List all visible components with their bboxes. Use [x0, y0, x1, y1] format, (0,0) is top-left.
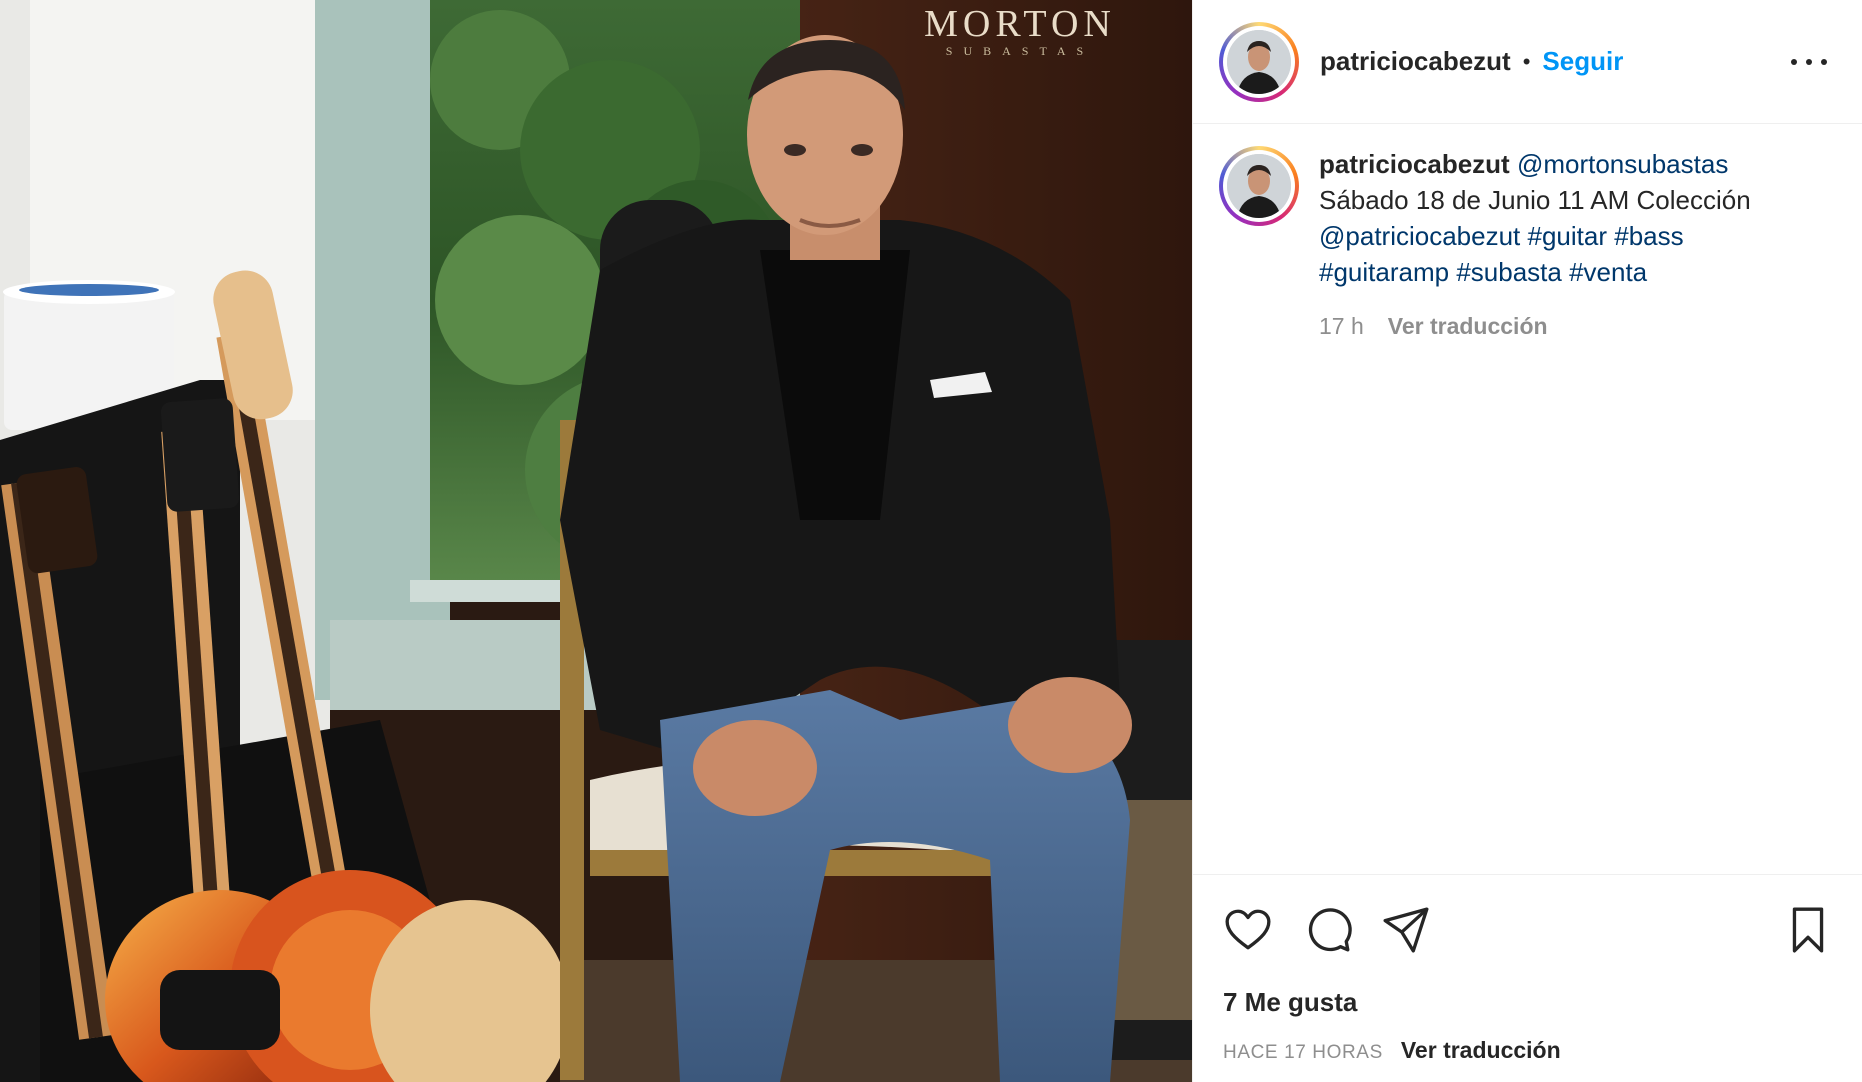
- post-translate-button[interactable]: Ver traducción: [1401, 1037, 1561, 1064]
- caption-meta: 17 h Ver traducción: [1319, 308, 1751, 344]
- caption-timestamp[interactable]: 17 h: [1319, 308, 1364, 344]
- paper-plane-icon[interactable]: [1381, 905, 1431, 955]
- mention-link[interactable]: @patriciocabezut: [1319, 221, 1520, 251]
- caption: patriciocabezut @mortonsubastas Sábado 1…: [1219, 146, 1839, 344]
- follow-button[interactable]: Seguir: [1542, 46, 1623, 77]
- hashtag-link[interactable]: #guitar: [1528, 221, 1608, 251]
- comment-icon[interactable]: [1303, 905, 1353, 955]
- caption-username[interactable]: patriciocabezut: [1319, 149, 1510, 179]
- post-actions: 7 Me gusta HACE 17 HORAS Ver traducción: [1193, 874, 1862, 1082]
- caption-story-ring[interactable]: [1219, 146, 1299, 226]
- post-sidebar: patriciocabezut • Seguir patriciocabezut…: [1192, 0, 1862, 1082]
- avatar[interactable]: [1227, 29, 1291, 94]
- hashtag-link[interactable]: #bass: [1614, 221, 1683, 251]
- hashtag-link[interactable]: #guitaramp: [1319, 257, 1449, 287]
- more-options-icon[interactable]: [1791, 48, 1827, 76]
- caption-body: patriciocabezut @mortonsubastas Sábado 1…: [1319, 146, 1751, 344]
- photo-illustration: [0, 0, 1192, 1082]
- bookmark-icon[interactable]: [1783, 905, 1833, 955]
- brand-logo-subtext: SUBASTAS: [945, 44, 1095, 58]
- story-ring[interactable]: [1219, 21, 1299, 102]
- heart-icon[interactable]: [1223, 905, 1273, 955]
- caption-avatar[interactable]: [1227, 154, 1291, 218]
- likes-count[interactable]: 7 Me gusta: [1223, 987, 1357, 1018]
- brand-logo-text: MORTON: [924, 3, 1116, 45]
- post-header: patriciocabezut • Seguir: [1193, 0, 1862, 124]
- header-username[interactable]: patriciocabezut: [1320, 46, 1511, 77]
- separator-dot: •: [1522, 48, 1531, 74]
- instagram-post: MORTON SUBASTAS patriciocabezut • Seguir…: [0, 0, 1862, 1082]
- hashtag-link[interactable]: #venta: [1569, 257, 1647, 287]
- action-icons: [1223, 905, 1833, 955]
- mention-link[interactable]: @mortonsubastas: [1517, 149, 1728, 179]
- post-timestamp[interactable]: HACE 17 HORAS: [1223, 1042, 1383, 1064]
- post-meta: HACE 17 HORAS Ver traducción: [1223, 1037, 1561, 1064]
- caption-translate-button[interactable]: Ver traducción: [1388, 308, 1548, 344]
- post-photo[interactable]: MORTON SUBASTAS: [0, 0, 1192, 1082]
- hashtag-link[interactable]: #subasta: [1456, 257, 1562, 287]
- caption-text: Sábado 18 de Junio 11 AM Colección: [1319, 185, 1751, 215]
